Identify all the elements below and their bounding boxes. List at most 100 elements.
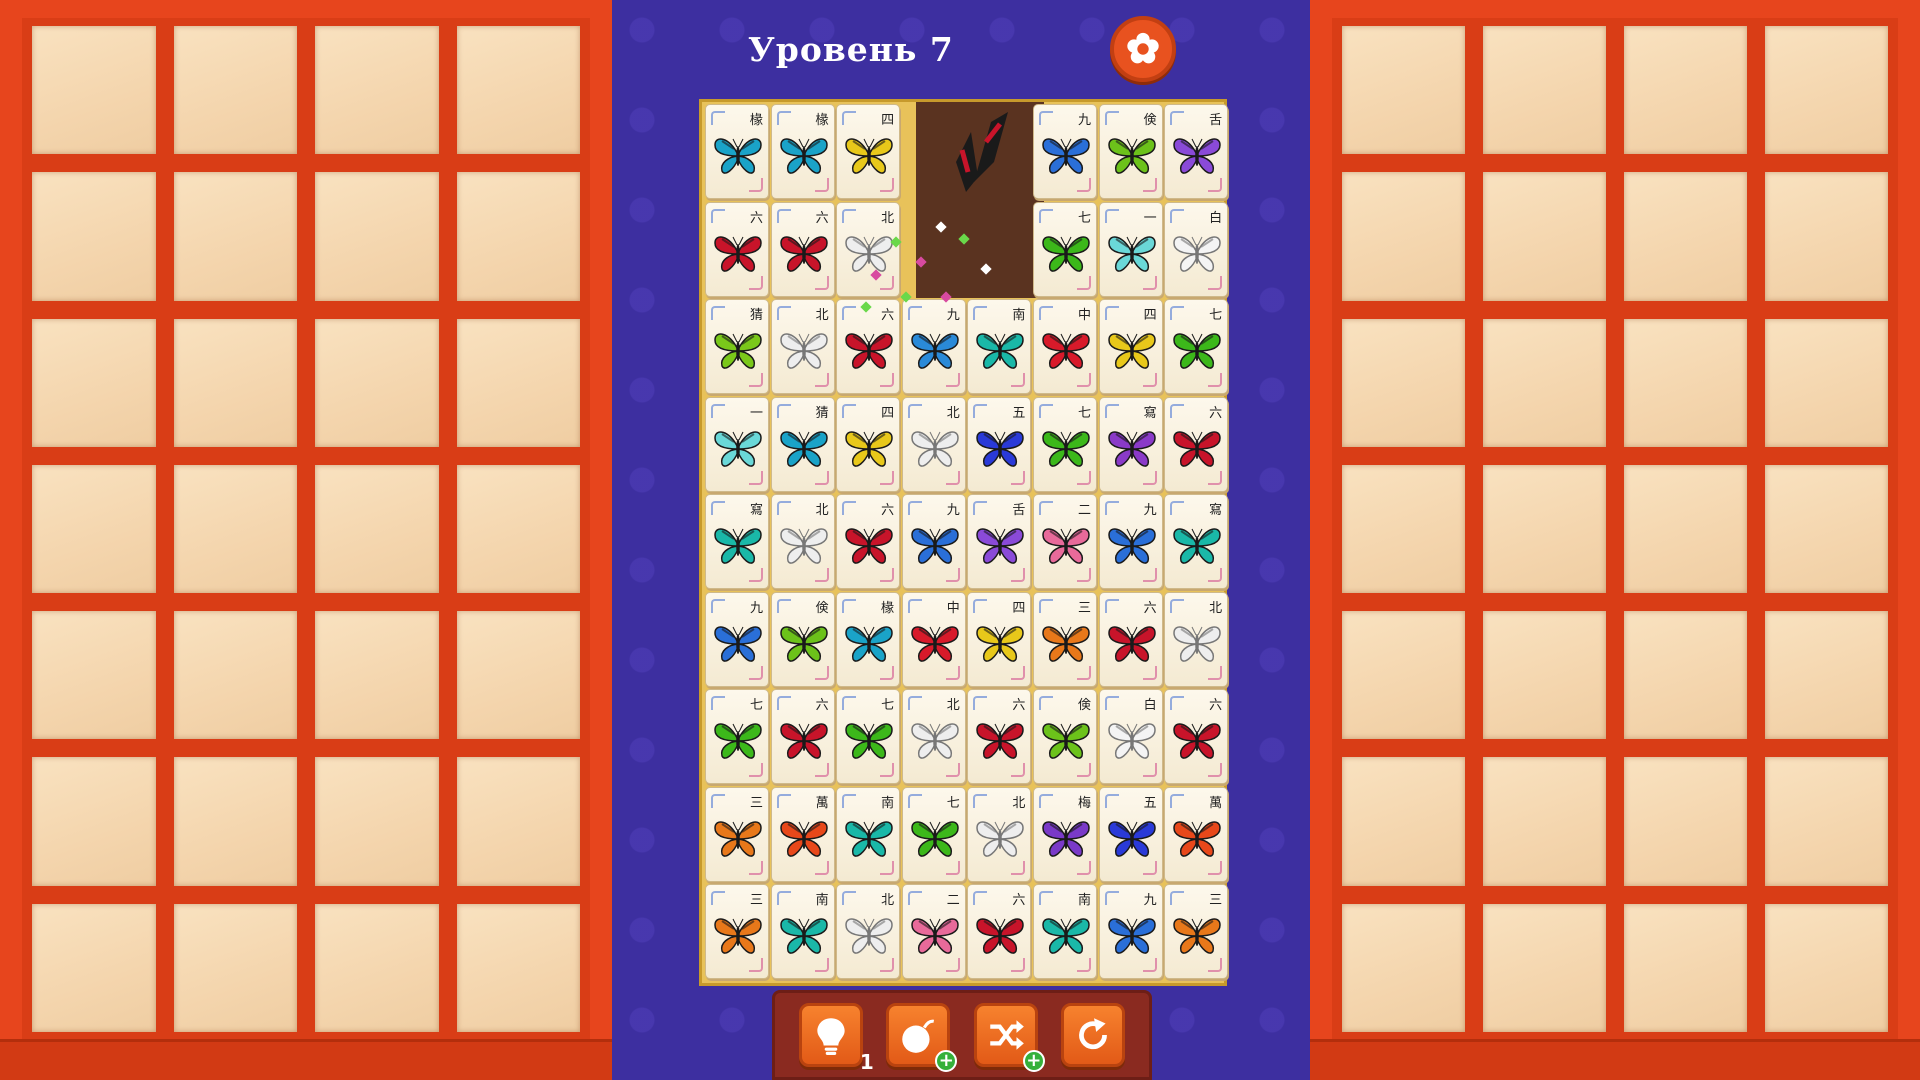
mahjong-tile[interactable]: 三: [1164, 884, 1229, 979]
mahjong-tile[interactable]: 南: [770, 884, 835, 979]
shuffle-button[interactable]: +: [973, 1003, 1045, 1072]
butterfly-icon: [1173, 528, 1221, 564]
tile-glyph: 北: [881, 893, 895, 908]
tile-glyph: 猜: [815, 405, 829, 421]
mahjong-tile[interactable]: 白: [1164, 201, 1229, 297]
tile-glyph: 椽: [749, 113, 763, 128]
paper-pane: [173, 464, 297, 594]
hint-button[interactable]: 1: [798, 1003, 874, 1074]
mahjong-tile[interactable]: 二: [1033, 494, 1097, 589]
mahjong-tile[interactable]: 舌: [1164, 104, 1229, 199]
mahjong-tile[interactable]: 一: [1098, 201, 1163, 297]
mahjong-tile[interactable]: 七: [901, 786, 966, 882]
mahjong-tile[interactable]: 中: [1033, 299, 1097, 394]
corner-ornament: [776, 501, 791, 515]
paper-pane: [32, 464, 156, 594]
mahjong-tile[interactable]: 六: [1098, 591, 1163, 687]
mahjong-tile[interactable]: 椽: [836, 591, 901, 687]
corner-ornament: [1104, 793, 1119, 808]
butterfly-icon: [1173, 625, 1221, 662]
mahjong-tile[interactable]: 六: [836, 299, 901, 394]
paper-pane: [1483, 172, 1606, 301]
mahjong-tile[interactable]: 七: [705, 689, 769, 784]
mahjong-tile[interactable]: 梅: [1033, 786, 1097, 882]
mahjong-tile[interactable]: 九: [901, 494, 966, 589]
butterfly-icon: [1042, 430, 1090, 467]
restart-button[interactable]: [1061, 1003, 1126, 1067]
add-bomb-icon[interactable]: +: [935, 1050, 958, 1072]
add-shuffle-icon[interactable]: +: [1022, 1050, 1045, 1072]
paper-pane: [1342, 903, 1465, 1032]
mahjong-tile[interactable]: 六: [967, 689, 1032, 784]
mahjong-tile[interactable]: 北: [1164, 591, 1229, 687]
mahjong-tile[interactable]: 六: [770, 201, 835, 297]
corner-ornament: [1104, 501, 1119, 515]
corner-ornament: [1104, 306, 1119, 320]
mahjong-tile[interactable]: 南: [836, 786, 901, 882]
mahjong-tile[interactable]: 九: [705, 591, 769, 687]
mahjong-tile[interactable]: 九: [1098, 494, 1163, 589]
mahjong-tile[interactable]: 七: [1033, 396, 1097, 492]
mahjong-tile[interactable]: 寫: [1164, 494, 1229, 589]
mahjong-tile[interactable]: 北: [967, 786, 1032, 882]
mahjong-tile[interactable]: 猜: [705, 299, 769, 394]
butterfly-icon: [1107, 918, 1156, 954]
mahjong-tile[interactable]: 北: [836, 201, 901, 297]
mahjong-tile[interactable]: 九: [1033, 104, 1097, 199]
mahjong-tile[interactable]: 北: [836, 884, 901, 979]
mahjong-tile[interactable]: 五: [967, 396, 1032, 492]
mahjong-tile[interactable]: 六: [1164, 689, 1229, 784]
mahjong-tile[interactable]: 七: [1033, 201, 1097, 297]
mahjong-tile[interactable]: 二: [901, 884, 966, 979]
mahjong-tile[interactable]: 南: [967, 299, 1032, 394]
mahjong-tile[interactable]: 六: [836, 494, 901, 589]
corner-ornament: [973, 403, 988, 418]
butterfly-icon: [1042, 528, 1090, 564]
settings-button[interactable]: [1110, 16, 1176, 82]
mahjong-tile[interactable]: 六: [967, 884, 1032, 979]
mahjong-tile[interactable]: 三: [705, 786, 769, 882]
corner-ornament: [1170, 793, 1185, 808]
mahjong-tile[interactable]: 六: [770, 689, 835, 784]
mahjong-tile[interactable]: 五: [1098, 786, 1163, 882]
mahjong-tile[interactable]: 北: [901, 396, 966, 492]
mahjong-tile[interactable]: 椽: [705, 104, 769, 199]
mahjong-tile[interactable]: 九: [1098, 884, 1163, 979]
mahjong-tile[interactable]: 一: [705, 396, 769, 492]
mahjong-tile[interactable]: 中: [901, 591, 966, 687]
tile-glyph: 二: [1077, 503, 1091, 518]
tile-glyph: 南: [1012, 308, 1026, 323]
mahjong-tile[interactable]: 倹: [1098, 104, 1163, 199]
mahjong-tile[interactable]: 三: [705, 884, 769, 979]
mahjong-tile[interactable]: 四: [836, 396, 901, 492]
mahjong-tile[interactable]: 七: [836, 689, 901, 784]
mahjong-tile[interactable]: 倹: [1033, 689, 1097, 784]
mahjong-tile[interactable]: 三: [1033, 591, 1097, 687]
mahjong-tile[interactable]: 四: [967, 591, 1032, 687]
mahjong-tile[interactable]: 猜: [770, 396, 835, 492]
mahjong-tile[interactable]: 北: [901, 689, 966, 784]
mahjong-tile[interactable]: 七: [1164, 299, 1229, 394]
mahjong-tile[interactable]: 北: [770, 494, 835, 589]
mahjong-tile[interactable]: 寫: [705, 494, 769, 589]
butterfly-icon: [976, 820, 1025, 857]
mahjong-tile[interactable]: 舌: [967, 494, 1032, 589]
mahjong-tile[interactable]: 萬: [770, 786, 835, 882]
mahjong-tile[interactable]: 六: [705, 201, 769, 297]
mahjong-tile[interactable]: 南: [1033, 884, 1097, 979]
mahjong-tile[interactable]: 寫: [1098, 396, 1163, 492]
mahjong-tile[interactable]: 萬: [1164, 786, 1229, 882]
bomb-button[interactable]: +: [886, 1003, 958, 1072]
mahjong-tile[interactable]: 六: [1164, 396, 1229, 492]
mahjong-tile[interactable]: 四: [1098, 299, 1163, 394]
mahjong-tile[interactable]: 北: [770, 299, 835, 394]
mahjong-tile[interactable]: 四: [836, 104, 901, 199]
mahjong-tile[interactable]: 九: [901, 299, 966, 394]
paper-pane: [1765, 318, 1888, 447]
paper-pane: [32, 903, 156, 1032]
mahjong-tile[interactable]: 椽: [770, 104, 835, 199]
mahjong-tile[interactable]: 白: [1098, 689, 1163, 784]
mahjong-tile[interactable]: 倹: [770, 591, 835, 687]
paper-pane: [1342, 26, 1465, 155]
butterfly-icon: [1173, 723, 1221, 759]
